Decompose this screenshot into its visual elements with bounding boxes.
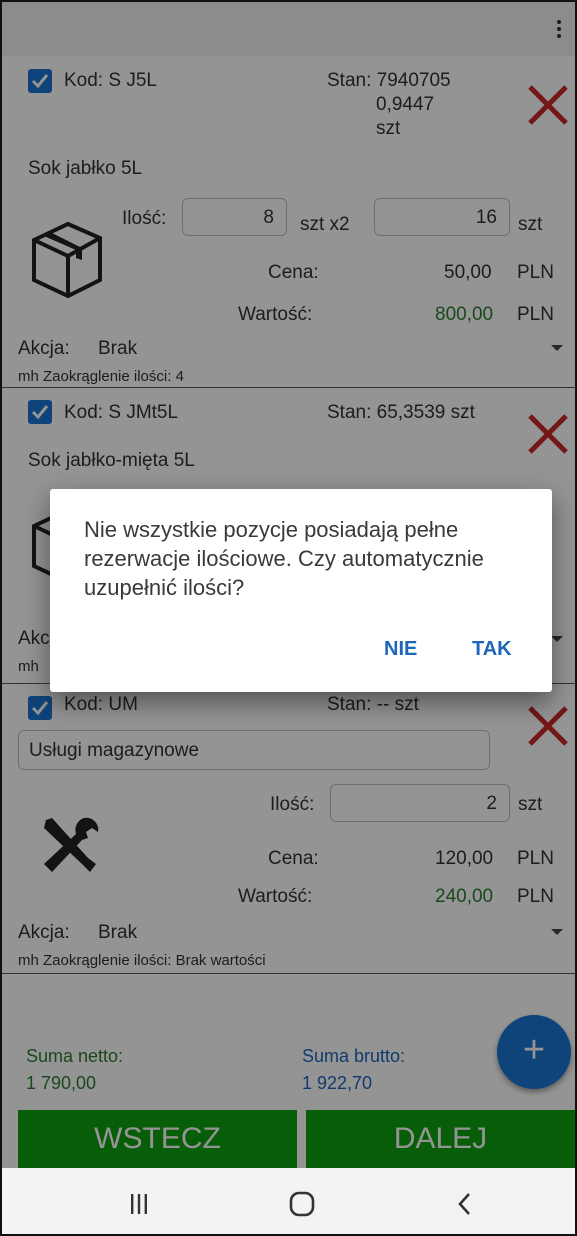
recent-apps-icon[interactable] [130, 1194, 148, 1214]
confirm-dialog: Nie wszystkie pozycje posiadają pełne re… [50, 489, 552, 692]
back-nav-icon[interactable] [457, 1192, 471, 1216]
system-nav-bar [2, 1168, 575, 1234]
dialog-no-button[interactable]: NIE [384, 638, 417, 661]
dialog-message: Nie wszystkie pozycje posiadają pełne re… [84, 517, 484, 600]
home-icon[interactable] [289, 1191, 315, 1217]
phone-screen: Kod: S J5L Stan: 7940705 0,9447 szt Sok … [0, 0, 577, 1236]
dialog-yes-button[interactable]: TAK [472, 638, 512, 661]
